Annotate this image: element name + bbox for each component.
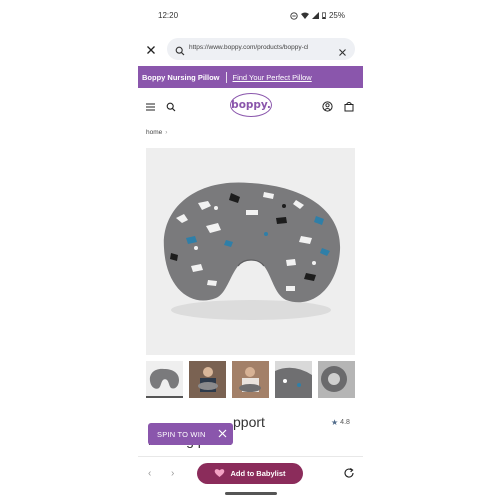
back-arrow-icon[interactable]: ‹ (148, 468, 151, 479)
thumbnail-5[interactable] (318, 361, 355, 398)
account-icon[interactable] (322, 99, 333, 117)
thumbnail-strip (146, 361, 363, 401)
add-to-babylist-button[interactable]: Add to Babylist (197, 463, 303, 484)
address-bar-row: https://www.boppy.com/products/boppy-cl (138, 38, 363, 60)
shopping-bag-icon[interactable] (344, 99, 354, 117)
heart-icon (214, 468, 225, 480)
promo-link[interactable]: Find Your Perfect Pillow (233, 73, 312, 82)
product-rating[interactable]: ★ 4.8 (331, 418, 350, 427)
star-icon: ★ (331, 418, 339, 427)
spin-to-win-label[interactable]: SPIN TO WIN (157, 430, 206, 439)
close-tab-icon[interactable] (146, 42, 158, 54)
pillow-closeup-icon (275, 361, 312, 398)
do-not-disturb-icon (290, 11, 298, 20)
thumbnail-2[interactable] (189, 361, 226, 398)
rating-value: 4.8 (340, 419, 350, 426)
battery-level: 25% (328, 11, 345, 20)
clear-url-icon[interactable] (338, 44, 347, 62)
breadcrumb-home[interactable]: home (146, 129, 162, 136)
home-indicator (225, 492, 277, 495)
thumbnail-1[interactable] (146, 361, 183, 398)
promo-divider (225, 71, 227, 83)
spin-to-win-popup[interactable]: SPIN TO WIN (148, 423, 233, 445)
dad-baby-photo-icon (232, 361, 269, 398)
product-main-image[interactable] (146, 148, 355, 355)
chevron-right-icon: › (165, 129, 168, 136)
signal-icon (311, 12, 319, 19)
menu-icon[interactable] (145, 99, 156, 117)
status-icons: 25% (290, 11, 345, 20)
pillow-thumbnail-icon (149, 368, 179, 389)
breadcrumb: home › (146, 129, 167, 136)
site-header: boppy. (138, 92, 363, 118)
search-icon (175, 43, 185, 61)
product-title-line1: pport (233, 414, 265, 430)
battery-icon (322, 12, 326, 19)
promo-banner: Boppy Nursing Pillow Find Your Perfect P… (138, 66, 363, 88)
close-icon[interactable] (218, 429, 227, 440)
thumbnail-3[interactable] (232, 361, 269, 398)
status-time: 12:20 (158, 11, 179, 20)
wifi-icon (300, 12, 309, 19)
forward-arrow-icon[interactable]: › (171, 468, 174, 479)
status-bar: 12:20 25% (138, 8, 363, 24)
url-text[interactable]: https://www.boppy.com/products/boppy-cl (189, 44, 329, 51)
add-to-babylist-label: Add to Babylist (230, 469, 286, 478)
promo-left-text[interactable]: Boppy Nursing Pillow (142, 73, 220, 82)
pillow-detail-icon (318, 361, 355, 398)
bottom-toolbar: ‹ › Add to Babylist (138, 456, 363, 490)
search-icon[interactable] (166, 99, 176, 117)
mom-baby-photo-icon (189, 361, 226, 398)
nursing-pillow-illustration (163, 182, 341, 320)
thumbnail-4[interactable] (275, 361, 312, 398)
mobile-browser-screen: 12:20 25% https://www.boppy.com/products… (138, 0, 363, 500)
address-bar[interactable]: https://www.boppy.com/products/boppy-cl (167, 38, 355, 60)
reload-icon[interactable] (343, 466, 355, 484)
boppy-logo[interactable]: boppy. (230, 93, 272, 117)
